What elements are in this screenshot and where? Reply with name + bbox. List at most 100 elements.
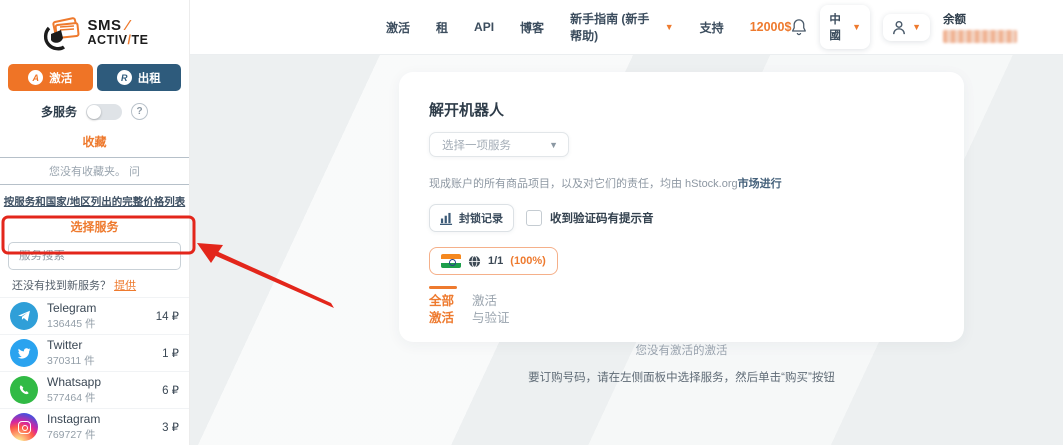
brand-slash-icon: ⁄ xyxy=(121,17,130,35)
service-count: 577464 件 xyxy=(47,392,96,404)
country-badge[interactable]: 1/1 (100%) xyxy=(429,247,558,275)
nav-item-support[interactable]: 支持 xyxy=(700,19,724,36)
top-navbar: 激活 租 API 博客 新手指南 (新手帮助) ▼ 支持 12000$ 中國 ▼ xyxy=(190,0,1063,55)
whatsapp-icon xyxy=(10,376,38,404)
active-tab-indicator xyxy=(429,286,457,289)
service-row-telegram[interactable]: Telegram 136445 件 14 ₽ xyxy=(0,297,189,334)
choose-service-header: 选择服务 xyxy=(70,220,119,234)
activate-button[interactable]: A 激活 xyxy=(8,64,93,91)
service-row-instagram[interactable]: Instagram 769727 件 3 ₽ xyxy=(0,408,189,445)
user-icon xyxy=(893,20,906,34)
tab-activation-verification[interactable]: 激活 与验证 xyxy=(472,286,510,327)
service-row-whatsapp[interactable]: Whatsapp 577464 件 6 ₽ xyxy=(0,371,189,408)
marketplace-link[interactable]: 市场进行 xyxy=(738,178,782,190)
help-button[interactable]: ? xyxy=(131,103,148,120)
sms-sound-label: 收到验证码有提示音 xyxy=(550,213,654,225)
language-label: 中國 xyxy=(829,14,841,42)
tab-all-activations[interactable]: 全部 激活 xyxy=(429,286,457,327)
activate-button-label: 激活 xyxy=(49,72,73,85)
service-count: 136445 件 xyxy=(47,318,96,330)
bell-icon[interactable] xyxy=(791,17,807,37)
service-list: Telegram 136445 件 14 ₽ Twitter 370311 件 … xyxy=(0,297,189,445)
service-name: Instagram xyxy=(47,412,101,426)
instagram-icon xyxy=(10,413,38,441)
price-list-link[interactable]: 按服务和国家/地区列出的完整价格列表 xyxy=(3,194,186,209)
bar-chart-icon xyxy=(440,212,453,225)
nav-item-guide[interactable]: 新手指南 (新手帮助) ▼ xyxy=(570,10,674,44)
service-name: Twitter xyxy=(47,338,83,352)
tab-label-line2: 与验证 xyxy=(472,311,510,325)
service-texts: Whatsapp 577464 件 xyxy=(47,375,153,405)
multi-service-row: 多服务 ? xyxy=(0,103,189,120)
offer-service-link[interactable]: 提供 xyxy=(114,280,136,292)
country-ratio: 1/1 xyxy=(488,255,504,267)
country-percent: (100%) xyxy=(510,255,546,267)
rent-button[interactable]: R 出租 xyxy=(96,64,181,91)
service-select-value: 选择一项服务 xyxy=(442,139,511,152)
sms-sound-option[interactable]: 收到验证码有提示音 xyxy=(526,210,654,226)
activation-tabs: 全部 激活 激活 与验证 xyxy=(429,286,934,327)
twitter-icon xyxy=(10,339,38,367)
nav-promo-amount[interactable]: 12000$ xyxy=(750,20,792,34)
divider xyxy=(0,184,189,185)
activation-card: 解开机器人 选择一项服务 ▼ 现成账户的所有商品项目，以及对它们的责任，均由 h… xyxy=(399,72,964,384)
globe-icon xyxy=(468,255,481,267)
chevron-down-icon: ▼ xyxy=(852,22,862,32)
brand-logo[interactable]: SMS ⁄ ACTIV/TE xyxy=(0,0,189,56)
nav-item-rent[interactable]: 租 xyxy=(436,19,448,36)
rent-button-icon: R xyxy=(116,70,132,85)
nav-right-group: 中國 ▼ ▼ 余额 xyxy=(791,5,1017,49)
service-texts: Telegram 136445 件 xyxy=(47,301,147,331)
service-search-box xyxy=(8,242,181,270)
service-texts: Twitter 370311 件 xyxy=(47,338,153,368)
favorites-header: 收藏 xyxy=(82,135,107,149)
tab-label-line1: 全部 xyxy=(429,294,455,308)
multi-service-toggle[interactable] xyxy=(86,103,122,120)
chevron-down-icon: ▼ xyxy=(912,22,921,32)
chevron-down-icon: ▼ xyxy=(664,22,674,32)
not-found-row: 还没有找到新服务？ 提供 xyxy=(12,277,177,293)
sidebar: SMS ⁄ ACTIV/TE A 激活 R 出租 多服务 ? 收藏 您没有收藏夹… xyxy=(0,0,190,445)
nav-item-api[interactable]: API xyxy=(474,20,494,34)
service-row-twitter[interactable]: Twitter 370311 件 1 ₽ xyxy=(0,334,189,371)
marketplace-info-text: 现成账户的所有商品项目，以及对它们的责任，均由 hStock.org xyxy=(429,178,738,190)
brand-logo-text: SMS ⁄ ACTIV/TE xyxy=(88,18,149,47)
activate-button-icon: A xyxy=(28,70,44,85)
india-flag-icon xyxy=(441,254,461,268)
service-search-input[interactable] xyxy=(19,250,173,262)
service-price: 3 ₽ xyxy=(162,422,179,434)
nav-items: 激活 租 API 博客 新手指南 (新手帮助) ▼ 支持 12000$ xyxy=(386,10,791,44)
sms-sound-checkbox[interactable] xyxy=(526,210,542,226)
service-name: Whatsapp xyxy=(47,375,102,389)
balance-block[interactable]: 余额 xyxy=(943,11,1017,43)
controls-row: 封锁记录 收到验证码有提示音 xyxy=(429,204,934,232)
empty-state-title: 您没有激活的激活 xyxy=(635,345,728,357)
service-count: 769727 件 xyxy=(47,429,96,441)
service-price: 14 ₽ xyxy=(155,311,179,323)
rent-button-label: 出租 xyxy=(137,72,161,85)
balance-redacted-value xyxy=(943,30,1017,43)
nav-guide-label: 新手指南 (新手帮助) xyxy=(570,12,650,43)
account-menu[interactable]: ▼ xyxy=(883,13,930,41)
empty-state-hint: 要订购号码，请在左侧面板中选择服务，然后单击“购买”按钮 xyxy=(528,372,835,384)
service-texts: Instagram 769727 件 xyxy=(47,412,153,442)
brand-line2-b: TE xyxy=(131,33,149,48)
service-select[interactable]: 选择一项服务 ▼ xyxy=(429,132,569,157)
language-selector[interactable]: 中國 ▼ xyxy=(820,5,871,49)
main-content: 解开机器人 选择一项服务 ▼ 现成账户的所有商品项目，以及对它们的责任，均由 h… xyxy=(190,55,1063,445)
tab-label-line1: 激活 xyxy=(472,294,498,308)
toggle-knob xyxy=(87,104,101,119)
block-history-label: 封锁记录 xyxy=(459,213,503,225)
service-price: 1 ₽ xyxy=(162,348,179,360)
brand-line1: SMS xyxy=(87,17,122,35)
service-price: 6 ₽ xyxy=(162,385,179,397)
nav-item-activate[interactable]: 激活 xyxy=(386,19,410,36)
tab-label-line2: 激活 xyxy=(429,311,455,325)
service-name: Telegram xyxy=(47,301,97,315)
brand-line2-a: ACTIV xyxy=(87,33,128,48)
chevron-down-icon: ▼ xyxy=(549,139,558,150)
card-title: 解开机器人 xyxy=(429,102,505,119)
nav-item-blog[interactable]: 博客 xyxy=(520,19,544,36)
block-history-button[interactable]: 封锁记录 xyxy=(429,204,514,232)
marketplace-info: 现成账户的所有商品项目，以及对它们的责任，均由 hStock.org市场进行 xyxy=(429,175,934,191)
